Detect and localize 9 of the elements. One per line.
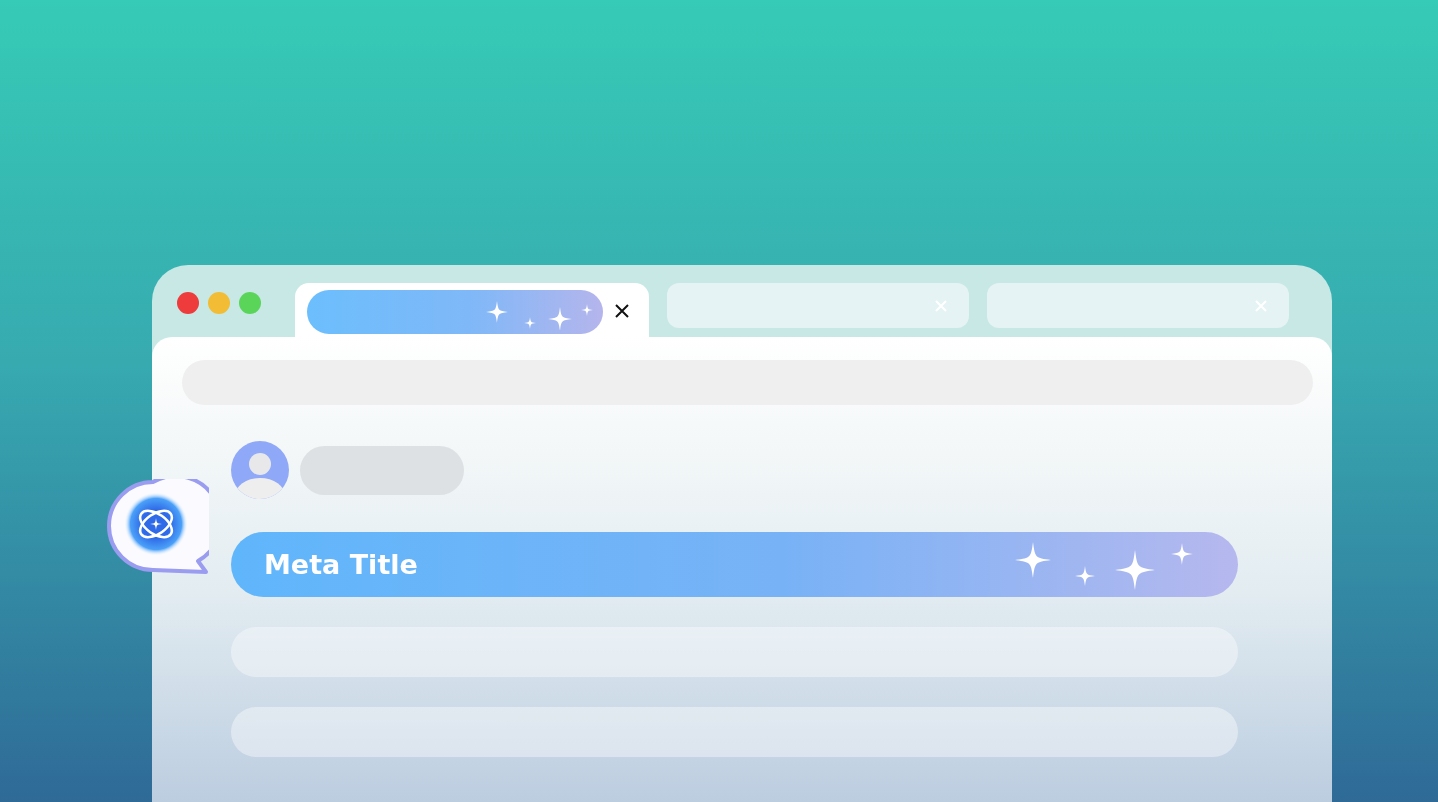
maximize-window-button[interactable] (239, 292, 261, 314)
minimize-window-button[interactable] (208, 292, 230, 314)
close-window-button[interactable] (177, 292, 199, 314)
browser-tab[interactable] (667, 283, 969, 328)
avatar-icon (231, 441, 289, 499)
meta-title-field[interactable]: Meta Title (231, 532, 1238, 597)
chat-bubble-icon (106, 479, 209, 576)
close-icon[interactable] (615, 304, 629, 318)
browser-tab[interactable] (987, 283, 1289, 328)
